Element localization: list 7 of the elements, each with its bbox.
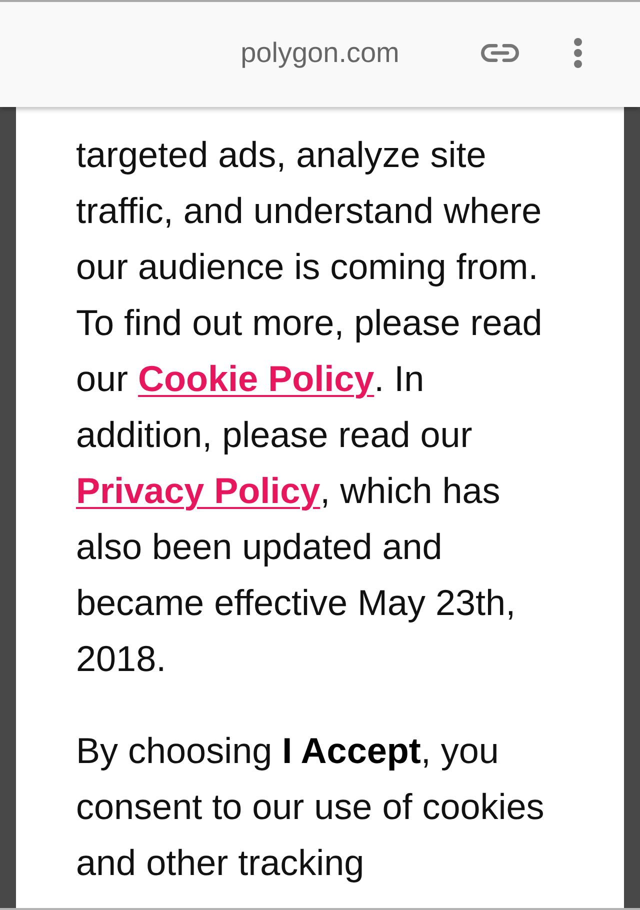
notice-paragraph: targeted ads, analyze site traffic, and understand where our audience is coming from. To find out more, please read our Cookie Policy. In addition, please read our Privacy Policy, which has also been updated and became effective May 23th, 2018. [76, 133, 544, 681]
notice-paragraph: By choosing I Accept, you consent to our use of cookies and other tracking [76, 729, 546, 885]
address-text: polygon.com [240, 36, 400, 68]
policy-link[interactable]: Privacy Policy [76, 470, 320, 511]
link-icon[interactable] [480, 42, 520, 62]
policy-link[interactable]: Cookie Policy [138, 358, 374, 399]
more-icon[interactable] [574, 38, 582, 68]
